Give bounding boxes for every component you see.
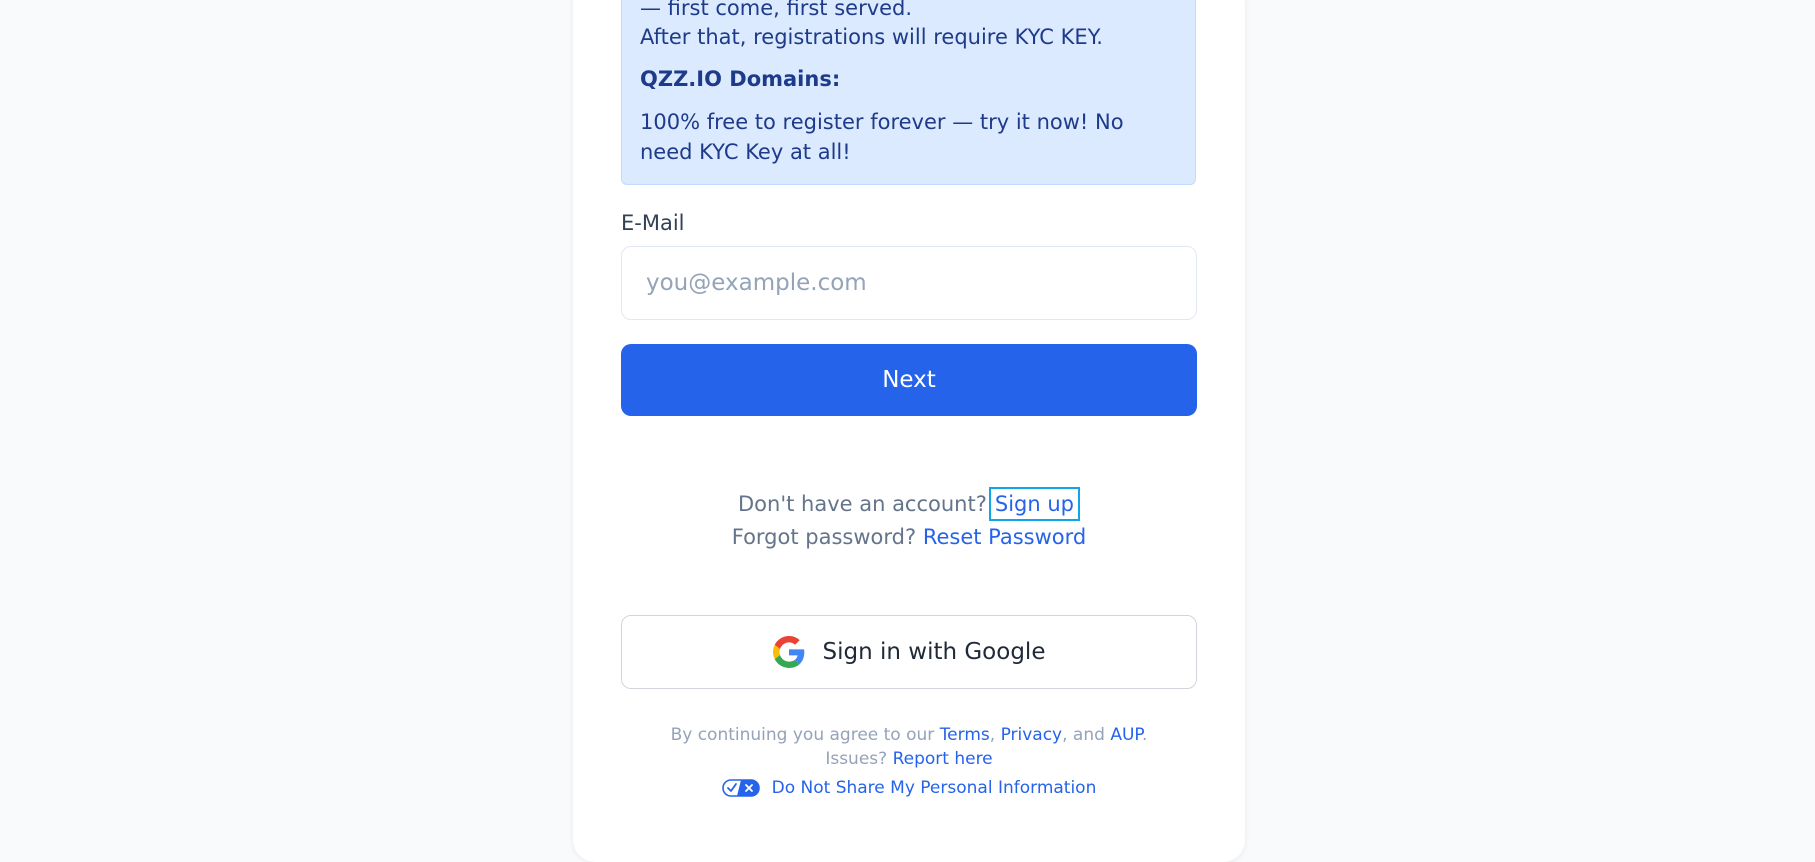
email-field[interactable] [621,246,1197,320]
registration-notice: — first come, first served. After that, … [621,0,1196,185]
page: — first come, first served. After that, … [0,0,1815,862]
terms-and: , and [1062,725,1105,745]
notice-line-kyc: After that, registrations will require K… [640,25,1103,49]
forgot-password-text: Forgot password? [731,525,917,549]
reset-password-link[interactable]: Reset Password [923,525,1086,549]
google-signin-label: Sign in with Google [822,639,1046,665]
google-logo-icon [772,636,805,668]
aup-link[interactable]: AUP [1110,725,1142,745]
email-label: E-Mail [621,211,685,235]
signup-link[interactable]: Sign up [988,487,1080,521]
notice-heading: QZZ.IO Domains: [640,67,841,91]
privacy-choices-icon [721,779,760,797]
terms-comma: , [989,725,996,745]
privacy-choices[interactable]: Do Not Share My Personal Information [621,778,1197,798]
no-account-text: Don't have an account? [738,492,987,516]
reset-prompt: Forgot password? Reset Password [621,525,1197,549]
notice-line-first-come: — first come, first served. [640,0,913,20]
terms-notice: By continuing you agree to our Terms, Pr… [621,725,1197,745]
report-here-link[interactable]: Report here [893,749,993,769]
terms-period: . [1142,725,1148,745]
issues-notice: Issues? Report here [621,749,1197,769]
google-signin-button[interactable]: Sign in with Google [621,615,1197,689]
privacy-choices-link[interactable]: Do Not Share My Personal Information [772,778,1097,798]
privacy-link[interactable]: Privacy [1001,725,1063,745]
signup-prompt: Don't have an account? Sign up [621,487,1197,521]
terms-prefix: By continuing you agree to our [670,725,935,745]
terms-link[interactable]: Terms [940,725,990,745]
notice-body: 100% free to register forever — try it n… [640,110,1124,164]
issues-text: Issues? [825,749,888,769]
next-button[interactable]: Next [621,344,1197,416]
